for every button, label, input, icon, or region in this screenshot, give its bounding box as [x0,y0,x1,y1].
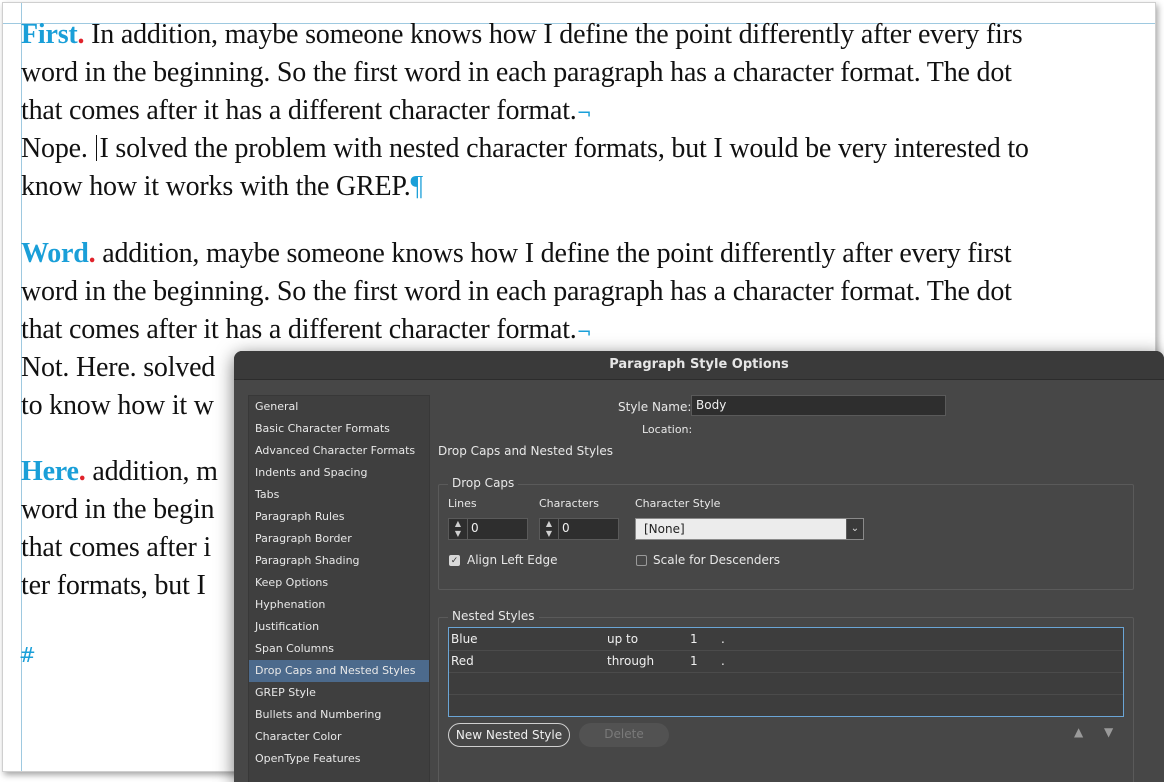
sidebar-item-grep-style[interactable]: GREP Style [249,682,429,704]
text-cursor [96,135,98,161]
paragraph-line[interactable]: Not. Here. solved [21,352,215,384]
end-of-story-marker: # [19,643,36,667]
sidebar-item-indents-and-spacing[interactable]: Indents and Spacing [249,462,429,484]
paragraph-line[interactable]: ter formats, but I [21,570,206,602]
paragraph-line[interactable]: that comes after i [21,532,211,564]
move-up-icon[interactable]: ▲ [1074,725,1083,739]
paragraph-line[interactable]: to know how it w [21,390,214,422]
nested-style-row[interactable]: Red through 1 . [449,650,1123,673]
paragraph-text: know how it works with the GREP. [21,171,411,202]
paragraph-text: addition, m [85,456,218,487]
sidebar-item-general[interactable]: General [249,396,429,418]
paragraph-line[interactable]: First. In addition, maybe someone knows … [21,19,1023,51]
paragraph-text: Not. Here. solved [21,352,216,383]
chevron-down-icon[interactable]: ⌄ [846,519,863,539]
drop-caps-group-label: Drop Caps [448,476,519,490]
paragraph-text: word in the beginning. So the first word… [21,276,1012,307]
forced-line-break-icon: ¬ [576,322,592,343]
paragraph-text: that comes after i [21,532,211,563]
paragraph-line[interactable]: Word. addition, maybe someone knows how … [21,238,1012,270]
nested-style-name[interactable]: Red [451,654,474,668]
sidebar-item-paragraph-border[interactable]: Paragraph Border [249,528,429,550]
lines-value: 0 [471,521,479,535]
characters-value: 0 [562,521,570,535]
paragraph-style-options-dialog[interactable]: Paragraph Style Options General Basic Ch… [234,351,1164,782]
sidebar-item-basic-character-formats[interactable]: Basic Character Formats [249,418,429,440]
paragraph-text: ter formats, but I [21,570,206,601]
sidebar-item-advanced-character-formats[interactable]: Advanced Character Formats [249,440,429,462]
dialog-title[interactable]: Paragraph Style Options [234,351,1164,380]
sidebar-item-keep-options[interactable]: Keep Options [249,572,429,594]
nested-style-name[interactable]: Blue [451,632,478,646]
delete-button[interactable]: Delete [579,723,669,747]
nested-style-blue-word: First [21,19,78,50]
paragraph-text: I solved the problem with nested charact… [99,133,1029,164]
nested-style-mode[interactable]: up to [607,632,638,646]
sidebar-item-span-columns[interactable]: Span Columns [249,638,429,660]
forced-line-break-icon: ¬ [576,103,592,124]
sidebar-item-paragraph-rules[interactable]: Paragraph Rules [249,506,429,528]
sidebar-item-bullets-and-numbering[interactable]: Bullets and Numbering [249,704,429,726]
scale-for-descenders-checkbox[interactable] [636,555,647,566]
nested-style-mode[interactable]: through [607,654,654,668]
sidebar-item-opentype-features[interactable]: OpenType Features [249,748,429,770]
paragraph-text: In addition, maybe someone knows how I d… [84,19,1023,50]
sidebar-item-character-color[interactable]: Character Color [249,726,429,748]
paragraph-line[interactable]: word in the beginning. So the first word… [21,57,1012,89]
nested-styles-group-label: Nested Styles [448,609,539,623]
section-title: Drop Caps and Nested Styles [438,444,614,458]
nested-style-red-dot: . [78,456,86,487]
align-left-edge-checkbox[interactable]: ✓ [449,555,460,566]
characters-label: Characters [539,497,600,510]
character-style-value: [None] [644,522,685,536]
sidebar-item-hyphenation[interactable]: Hyphenation [249,594,429,616]
character-style-select[interactable]: [None] ⌄ [635,518,864,540]
paragraph-text: addition, maybe someone knows how I defi… [95,238,1012,269]
nested-style-row-empty[interactable] [449,672,1123,695]
sidebar-item-drop-caps-nested-styles[interactable]: Drop Caps and Nested Styles [249,660,429,682]
location-label: Location: [642,423,693,436]
paragraph-line[interactable]: word in the begin [21,494,215,526]
align-left-edge-label[interactable]: Align Left Edge [467,553,558,567]
nested-style-blue-word: Here [21,456,79,487]
new-nested-style-button[interactable]: New Nested Style [448,723,570,747]
paragraph-line[interactable]: Here. addition, m [21,456,218,488]
stepper-arrows-icon[interactable]: ▲ ▼ [540,519,559,539]
paragraph-line[interactable]: that comes after it has a different char… [21,314,592,346]
paragraph-text: word in the begin [21,494,215,525]
lines-stepper[interactable]: ▲ ▼ 0 [448,518,528,540]
pilcrow-icon: ¶ [410,171,424,202]
move-down-icon[interactable]: ▼ [1104,725,1113,739]
nested-style-blue-word: Word [21,238,89,269]
options-sidebar[interactable]: General Basic Character Formats Advanced… [248,395,430,782]
sidebar-item-tabs[interactable]: Tabs [249,484,429,506]
scale-for-descenders-label[interactable]: Scale for Descenders [653,553,780,567]
paragraph-text: Nope. [21,133,88,164]
paragraph-line[interactable]: that comes after it has a different char… [21,95,592,127]
style-name-input[interactable]: Body [691,395,946,416]
paragraph-line[interactable]: word in the beginning. So the first word… [21,276,1012,308]
paragraph-line[interactable]: know how it works with the GREP.¶ [21,171,423,203]
stepper-arrows-icon[interactable]: ▲ ▼ [449,519,468,539]
style-name-label: Style Name: [618,400,692,414]
lines-label: Lines [448,497,477,510]
nested-style-count[interactable]: 1 [690,654,698,668]
nested-styles-list[interactable]: Blue up to 1 . Red through 1 . [448,627,1124,717]
sidebar-item-justification[interactable]: Justification [249,616,429,638]
nested-style-count[interactable]: 1 [690,632,698,646]
sidebar-item-paragraph-shading[interactable]: Paragraph Shading [249,550,429,572]
paragraph-text: that comes after it has a different char… [21,95,577,126]
nested-style-row[interactable]: Blue up to 1 . [449,628,1123,651]
paragraph-line[interactable]: Nope. I solved the problem with nested c… [21,133,1029,165]
nested-style-char[interactable]: . [721,654,725,668]
character-style-label: Character Style [635,497,721,510]
paragraph-text: word in the beginning. So the first word… [21,57,1012,88]
paragraph-text: to know how it w [21,390,214,421]
paragraph-text: that comes after it has a different char… [21,314,577,345]
nested-style-char[interactable]: . [721,632,725,646]
characters-stepper[interactable]: ▲ ▼ 0 [539,518,619,540]
